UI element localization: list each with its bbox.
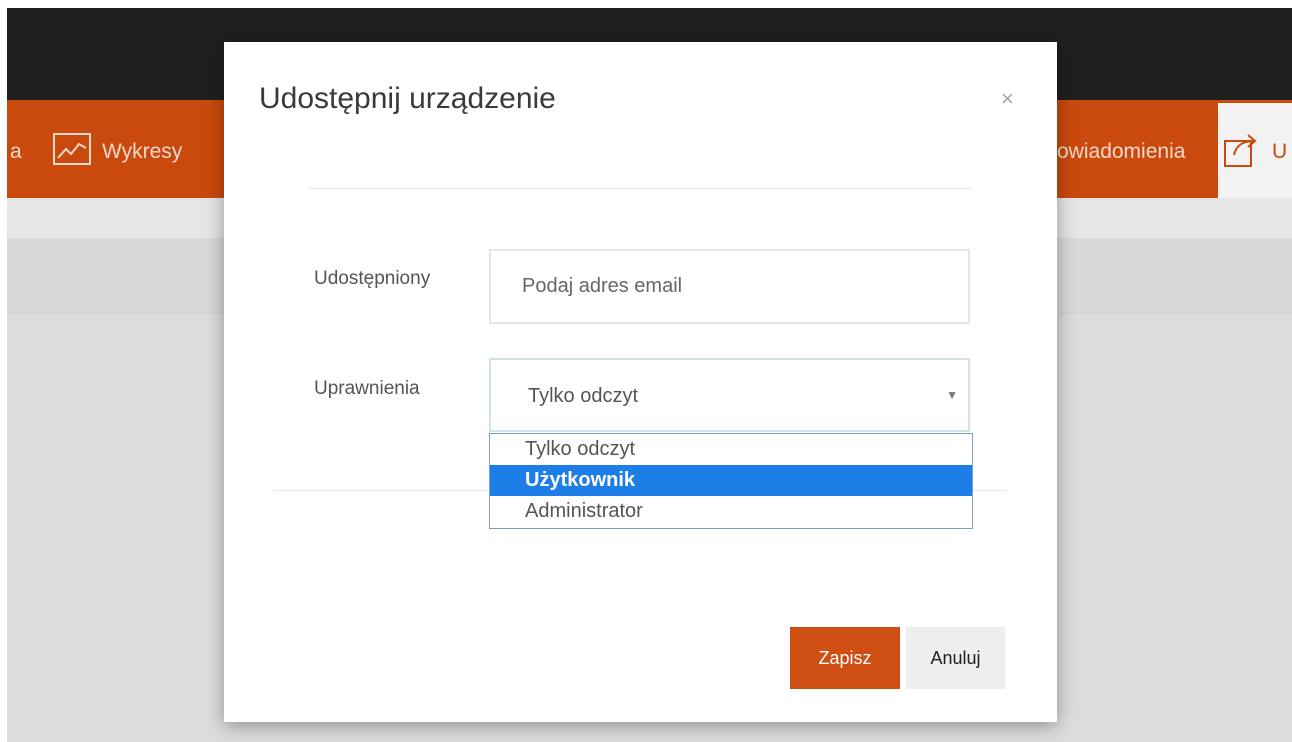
divider — [310, 188, 972, 189]
nav-item-label: a — [10, 140, 22, 163]
caret-down-icon: ▼ — [946, 388, 958, 402]
share-device-dialog: Udostępnij urządzenie × Udostępniony Upr… — [224, 42, 1057, 722]
share-icon — [1222, 129, 1262, 175]
permissions-dropdown: Tylko odczyt Użytkownik Administrator — [489, 433, 973, 529]
nav-item-label: Wykresy — [102, 140, 183, 163]
option-user[interactable]: Użytkownik — [490, 465, 972, 496]
shared-label: Udostępniony — [314, 268, 431, 289]
permissions-label: Uprawnienia — [314, 378, 420, 399]
permissions-select[interactable]: Tylko odczyt ▼ — [489, 358, 970, 432]
nav-item-label: owiadomienia — [1057, 140, 1186, 163]
select-value: Tylko odczyt — [528, 385, 639, 407]
nav-item-wykresy[interactable]: Wykresy — [52, 130, 182, 174]
close-icon[interactable]: × — [1001, 88, 1014, 110]
chart-icon — [52, 132, 92, 172]
nav-item-powiadomienia[interactable]: owiadomienia — [1057, 130, 1185, 174]
save-button[interactable]: Zapisz — [790, 627, 900, 689]
nav-item-udostepnij[interactable]: U — [1222, 130, 1287, 174]
option-administrator[interactable]: Administrator — [490, 496, 972, 527]
option-read-only[interactable]: Tylko odczyt — [490, 434, 972, 465]
email-input[interactable] — [489, 249, 970, 324]
cancel-button[interactable]: Anuluj — [906, 627, 1005, 689]
nav-item-label: U — [1272, 140, 1288, 163]
dialog-title: Udostępnij urządzenie — [259, 82, 556, 115]
nav-item-partial-left[interactable]: a — [10, 130, 22, 174]
